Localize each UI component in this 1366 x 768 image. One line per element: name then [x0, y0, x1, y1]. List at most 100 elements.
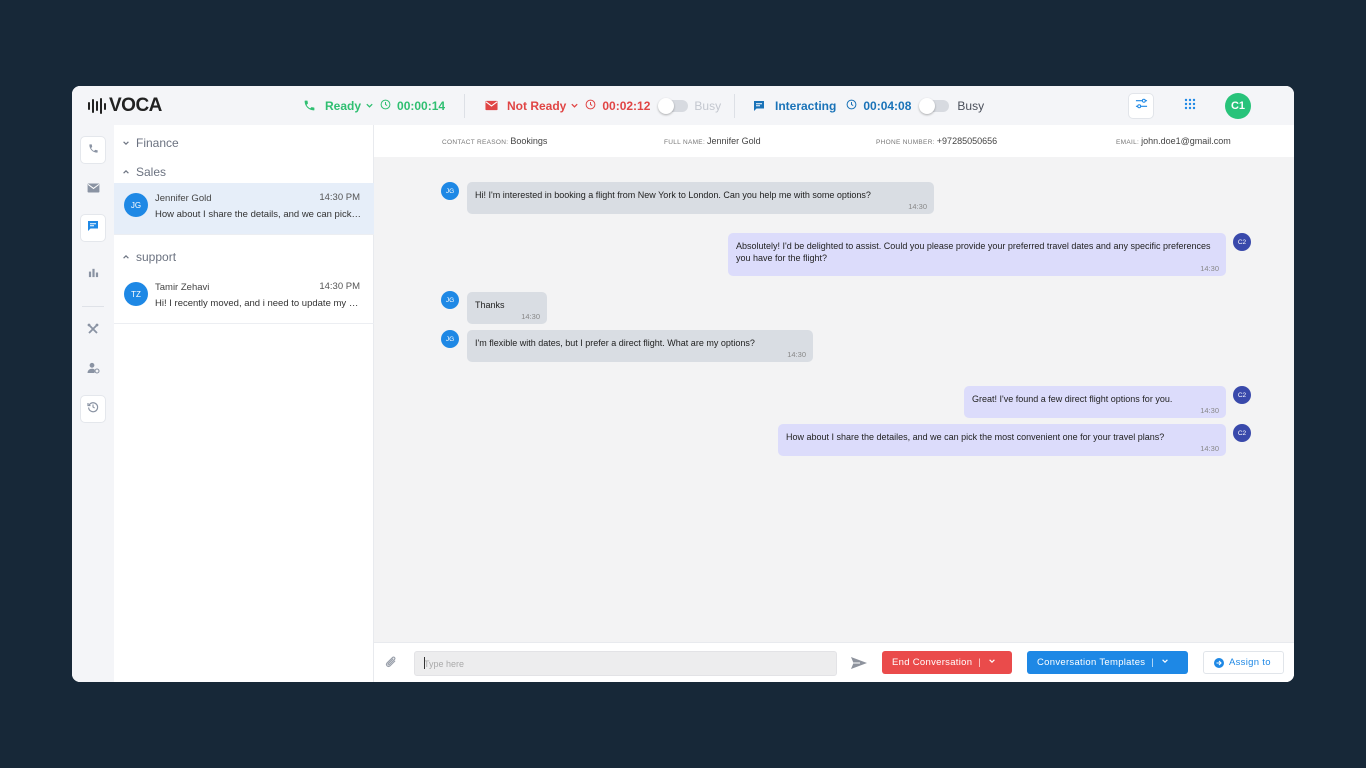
phone-icon: [88, 141, 99, 159]
group-label: Finance: [136, 136, 179, 150]
divider: [734, 94, 735, 118]
group-finance[interactable]: Finance: [122, 136, 179, 150]
agent-avatar: C2: [1233, 386, 1251, 404]
tools-icon: [87, 322, 99, 340]
clock-icon: [585, 99, 596, 113]
full-name-value: Jennifer Gold: [707, 136, 761, 146]
contact-reason-label: CONTACT REASON:: [442, 139, 509, 146]
send-icon[interactable]: [850, 656, 868, 675]
chat-icon: [752, 99, 766, 113]
message-time: 14:30: [787, 349, 806, 359]
chat-busy-toggle[interactable]: [919, 97, 950, 114]
voice-status[interactable]: Ready 00:00:14: [302, 86, 445, 125]
chevron-down-icon[interactable]: [1161, 657, 1169, 668]
user-avatar[interactable]: C1: [1225, 93, 1251, 119]
end-conversation-label: End Conversation: [892, 657, 973, 668]
voca-logo: VOCA: [88, 95, 162, 116]
group-label: Sales: [136, 165, 167, 179]
conversation-templates-button[interactable]: Conversation Templates |: [1027, 651, 1188, 674]
chat-status[interactable]: Interacting 00:04:08 Busy: [752, 86, 984, 125]
conversation-item[interactable]: JG Jennifer Gold 14:30 PM How about I sh…: [114, 183, 374, 235]
conversation-preview: Hi! I recently moved, and i need to upda…: [155, 298, 363, 309]
email-status-label: Not Ready: [507, 98, 567, 113]
message-composer: End Conversation | Conversation Template…: [374, 642, 1294, 682]
agent-avatar: C2: [1233, 424, 1251, 442]
bar-chart-icon: [88, 265, 99, 283]
message-time: 14:30: [1200, 405, 1219, 415]
email-status[interactable]: Not Ready 00:02:12 Busy: [484, 86, 721, 125]
chevron-down-icon[interactable]: [988, 657, 996, 668]
customer-avatar: JG: [441, 330, 459, 348]
chevron-up-icon: [122, 253, 130, 261]
full-name-label: FULL NAME:: [664, 139, 706, 146]
chevron-down-icon: [122, 139, 130, 147]
email-timer: 00:02:12: [602, 98, 651, 113]
chat-busy-label: Busy: [957, 98, 985, 113]
chevron-down-icon[interactable]: [570, 99, 579, 113]
mail-icon: [484, 99, 498, 113]
rail-stats-button[interactable]: [80, 260, 106, 288]
app-window: VOCA Ready 00:00:14 Not Ready 00:02:12 B…: [72, 86, 1294, 682]
conversation-item[interactable]: TZ Tamir Zehavi 14:30 PM Hi! I recently …: [114, 272, 374, 324]
message-bubble: How about I share the detailes, and we c…: [778, 424, 1226, 456]
email-busy-toggle[interactable]: [658, 97, 689, 114]
button-separator: |: [978, 657, 982, 668]
group-support[interactable]: support: [122, 250, 176, 264]
logo-text: VOCA: [109, 95, 162, 116]
message-input[interactable]: [414, 651, 837, 676]
apps-grid-button[interactable]: [1177, 93, 1203, 119]
group-sales[interactable]: Sales: [122, 165, 166, 179]
divider: [464, 94, 465, 118]
contact-info-bar: CONTACT REASON: Bookings FULL NAME: Jennif…: [374, 125, 1294, 157]
rail-tools-button[interactable]: [80, 317, 106, 345]
conversation-time: 14:30 PM: [319, 281, 360, 292]
message-text: Absolutely! I'd be delighted to assist. …: [736, 241, 1211, 263]
message-text: I'm flexible with dates, but I prefer a …: [475, 338, 755, 348]
grid-icon: [1184, 97, 1196, 115]
sliders-icon: [1135, 97, 1148, 115]
settings-sliders-button[interactable]: [1128, 93, 1154, 119]
conversation-name: Jennifer Gold: [155, 193, 212, 204]
message-time: 14:30: [1200, 443, 1219, 453]
contact-reason: CONTACT REASON: Bookings: [442, 136, 547, 146]
voice-timer: 00:00:14: [397, 98, 446, 113]
conversation-preview: How about I share the details, and we ca…: [155, 209, 363, 220]
rail-phone-button[interactable]: [80, 136, 106, 164]
user-settings-icon: [87, 361, 100, 379]
attach-icon[interactable]: [384, 655, 399, 675]
message-bubble: I'm flexible with dates, but I prefer a …: [467, 330, 813, 362]
chevron-down-icon[interactable]: [365, 99, 374, 113]
customer-avatar: JG: [441, 291, 459, 309]
top-bar: VOCA Ready 00:00:14 Not Ready 00:02:12 B…: [72, 86, 1294, 125]
button-separator: |: [1151, 657, 1155, 668]
phone-value: +97285050656: [936, 136, 998, 146]
message-bubble: Absolutely! I'd be delighted to assist. …: [728, 233, 1226, 276]
email-label: EMAIL:: [1116, 139, 1140, 146]
text-caret: [424, 657, 425, 669]
contact-full-name: FULL NAME: Jennifer Gold: [664, 136, 761, 146]
rail-history-button[interactable]: [80, 395, 106, 423]
group-label: support: [136, 250, 177, 264]
message-text: Hi! I'm interested in booking a flight f…: [475, 190, 871, 200]
conversation-templates-label: Conversation Templates: [1037, 657, 1146, 668]
history-icon: [87, 400, 99, 418]
message-bubble: Thanks 14:30: [467, 292, 547, 324]
chat-status-label: Interacting: [775, 98, 837, 113]
avatar: JG: [124, 193, 148, 217]
conversation-name: Tamir Zehavi: [155, 282, 210, 293]
chat-icon: [87, 219, 99, 237]
message-bubble: Hi! I'm interested in booking a flight f…: [467, 182, 934, 214]
customer-avatar: JG: [441, 182, 459, 200]
message-text: How about I share the detailes, and we c…: [786, 432, 1165, 442]
end-conversation-button[interactable]: End Conversation |: [882, 651, 1012, 674]
email-busy-label: Busy: [694, 98, 722, 113]
contact-phone: PHONE NUMBER: +97285050656: [876, 136, 997, 146]
clock-icon: [380, 99, 391, 113]
rail-chat-button[interactable]: [80, 214, 106, 242]
message-time: 14:30: [521, 311, 540, 321]
rail-user-settings-button[interactable]: [80, 356, 106, 384]
conversation-list: Finance Sales JG Jennifer Gold 14:30 PM …: [114, 125, 374, 682]
assign-to-button[interactable]: Assign to: [1203, 651, 1284, 674]
chat-timer: 00:04:08: [863, 98, 912, 113]
rail-mail-button[interactable]: [80, 175, 106, 203]
